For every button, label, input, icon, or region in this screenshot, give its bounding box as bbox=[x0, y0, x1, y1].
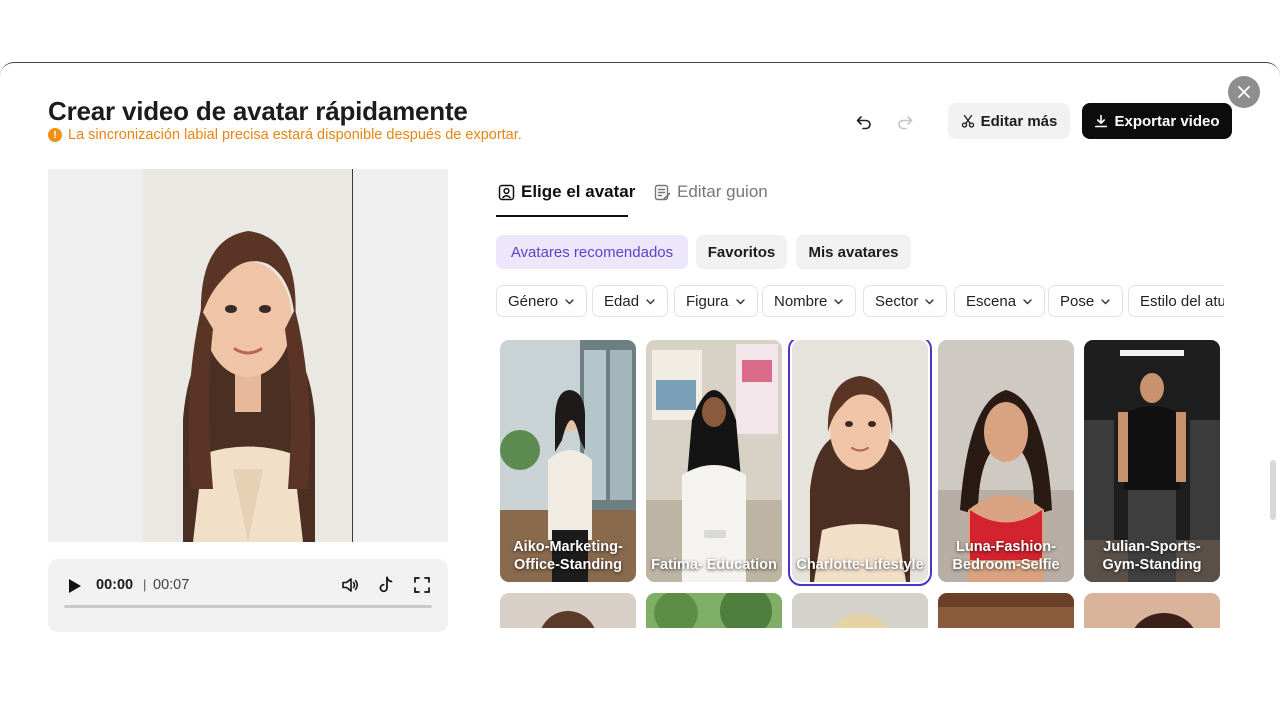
filter-scene[interactable]: Escena bbox=[954, 285, 1046, 317]
filter-scene-label: Escena bbox=[966, 292, 1017, 310]
play-button[interactable] bbox=[64, 576, 84, 596]
avatar-card-selected[interactable]: Charlotte-Lifestyle bbox=[788, 340, 932, 586]
filter-name[interactable]: Nombre bbox=[762, 285, 857, 317]
filter-age-label: Edad bbox=[604, 292, 640, 310]
tab-choose-avatar-label: Elige el avatar bbox=[521, 182, 636, 201]
script-edit-icon bbox=[654, 184, 671, 200]
filter-gender-label: Género bbox=[508, 292, 559, 310]
tiktok-button[interactable] bbox=[376, 575, 396, 595]
avatar-thumbnail bbox=[792, 340, 928, 582]
filter-gender[interactable]: Género bbox=[496, 285, 588, 317]
avatar-grid: Aiko-Marketing-Office-Standing Fatima- E… bbox=[500, 340, 1224, 628]
scissors-icon bbox=[961, 114, 974, 128]
avatar-card[interactable]: Julian-Sports-Gym-Standing bbox=[1084, 340, 1220, 582]
filter-figure-label: Figura bbox=[686, 292, 729, 310]
avatar-card-partial[interactable] bbox=[1084, 593, 1220, 628]
scrollbar[interactable] bbox=[1270, 460, 1276, 520]
warning-icon: ! bbox=[48, 128, 62, 142]
fullscreen-icon bbox=[414, 577, 430, 593]
filter-figure[interactable]: Figura bbox=[674, 285, 758, 317]
chevron-down-icon bbox=[834, 298, 844, 304]
filter-bar: Género Edad Figura Nombre Sector Escena … bbox=[496, 285, 1224, 317]
segment-recommended[interactable]: Avatares recomendados bbox=[496, 235, 688, 269]
chevron-down-icon bbox=[1101, 298, 1110, 304]
tab-choose-avatar[interactable]: Elige el avatar bbox=[498, 182, 635, 202]
segment-favorites[interactable]: Favoritos bbox=[696, 235, 787, 269]
avatar-name: Julian-Sports-Gym-Standing bbox=[1102, 539, 1202, 573]
avatar-card-partial[interactable] bbox=[646, 593, 782, 628]
tiktok-icon bbox=[379, 576, 393, 593]
avatar-card-partial[interactable] bbox=[938, 593, 1074, 628]
export-video-button[interactable]: Exportar video bbox=[1082, 103, 1232, 139]
chevron-down-icon bbox=[646, 298, 655, 304]
avatar-name: Fatima- Education bbox=[651, 557, 777, 573]
avatar-preview-image bbox=[143, 169, 353, 542]
close-button[interactable] bbox=[1228, 76, 1260, 108]
progress-bar[interactable] bbox=[64, 605, 432, 608]
avatar-card[interactable]: Fatima- Education bbox=[646, 340, 782, 582]
active-tab-underline bbox=[496, 215, 628, 217]
avatar-thumbnail bbox=[646, 340, 782, 582]
current-time: 00:00 bbox=[96, 577, 134, 593]
avatar-card[interactable]: Luna-Fashion-Bedroom-Selfie bbox=[938, 340, 1074, 582]
filter-sector-label: Sector bbox=[875, 292, 919, 310]
notice-text: La sincronización labial precisa estará … bbox=[68, 127, 522, 143]
avatar-card-partial[interactable] bbox=[792, 593, 928, 628]
avatar-name: Charlotte-Lifestyle bbox=[796, 557, 924, 573]
total-time: 00:07 bbox=[153, 577, 190, 593]
segment-my-avatars[interactable]: Mis avatares bbox=[796, 235, 911, 269]
time-separator: | bbox=[143, 577, 147, 592]
avatar-select-icon bbox=[498, 184, 515, 200]
filter-name-label: Nombre bbox=[774, 292, 828, 310]
export-video-label: Exportar video bbox=[1114, 112, 1220, 130]
play-icon bbox=[69, 579, 81, 593]
edit-more-button[interactable]: Editar más bbox=[948, 103, 1070, 139]
tab-edit-script-label: Editar guion bbox=[677, 182, 768, 201]
filter-outfit-style[interactable]: Estilo del atuendo bbox=[1128, 285, 1224, 317]
modal-title: Crear video de avatar rápidamente bbox=[48, 96, 468, 126]
filter-outfit-style-label: Estilo del atuendo bbox=[1140, 292, 1224, 310]
filter-pose-label: Pose bbox=[1060, 292, 1095, 310]
close-icon bbox=[1238, 86, 1250, 98]
download-icon bbox=[1095, 114, 1108, 128]
filter-pose[interactable]: Pose bbox=[1048, 285, 1124, 317]
volume-button[interactable] bbox=[340, 575, 360, 595]
avatar-card[interactable]: Aiko-Marketing-Office-Standing bbox=[500, 340, 636, 582]
video-preview bbox=[48, 169, 448, 542]
lip-sync-notice: ! La sincronización labial precisa estar… bbox=[48, 127, 522, 143]
chevron-down-icon bbox=[1023, 298, 1032, 304]
undo-icon bbox=[856, 116, 871, 130]
video-player-controls: 00:00 | 00:07 bbox=[48, 559, 448, 632]
filter-age[interactable]: Edad bbox=[592, 285, 669, 317]
avatar-name: Aiko-Marketing-Office-Standing bbox=[513, 539, 623, 573]
tab-edit-script[interactable]: Editar guion bbox=[654, 182, 768, 202]
filter-sector[interactable]: Sector bbox=[863, 285, 948, 317]
avatar-card-partial[interactable] bbox=[500, 593, 636, 628]
chevron-down-icon bbox=[735, 298, 745, 304]
redo-icon bbox=[898, 116, 913, 130]
volume-icon bbox=[342, 578, 358, 592]
redo-button[interactable] bbox=[893, 110, 917, 134]
chevron-down-icon bbox=[565, 298, 574, 304]
chevron-down-icon bbox=[925, 298, 935, 304]
avatar-name: Luna-Fashion-Bedroom-Selfie bbox=[952, 539, 1060, 573]
fullscreen-button[interactable] bbox=[412, 575, 432, 595]
edit-more-label: Editar más bbox=[980, 112, 1058, 130]
undo-button[interactable] bbox=[852, 110, 876, 134]
